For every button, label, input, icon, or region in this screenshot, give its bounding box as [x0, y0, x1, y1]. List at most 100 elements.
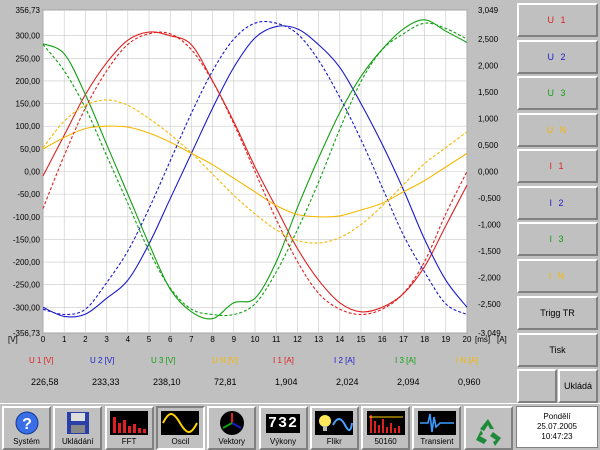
y-left-tick-label: -300,00 — [13, 303, 41, 312]
channel-toggle-i2[interactable]: I 2 — [517, 185, 598, 220]
y-right-tick-label: 1,500 — [478, 88, 499, 97]
channel-toggle-in[interactable]: I N — [517, 258, 598, 293]
x-tick-label: 5 — [147, 335, 152, 344]
clock: Pondělí 25.07.2005 10:47:23 — [516, 406, 598, 448]
x-tick-label: 18 — [420, 335, 429, 344]
taskbar-button-50160[interactable]: 50160 — [361, 406, 411, 450]
y-left-tick-label: 50,00 — [20, 145, 41, 154]
x-tick-label: 10 — [251, 335, 260, 344]
x-tick-label: 4 — [126, 335, 131, 344]
y-right-tick-label: 2,000 — [478, 62, 499, 71]
taskbar-button-recycle[interactable] — [463, 406, 513, 450]
clock-date: 25.07.2005 — [536, 422, 578, 431]
y-right-tick-label: 1,000 — [478, 115, 499, 124]
readout-label-in: I N [A] — [456, 356, 479, 365]
readout-value-u1: 226,58 — [31, 377, 59, 387]
x-tick-label: 1 — [62, 335, 67, 344]
blank-button[interactable] — [517, 369, 557, 403]
clock-time: 10:47:23 — [541, 432, 573, 441]
taskbar-button-fft[interactable]: FFT — [104, 406, 154, 450]
clock-day: Pondělí — [543, 412, 571, 421]
taskbar-button-ukládání[interactable]: Ukládání — [53, 406, 103, 450]
trigger-button[interactable]: Trigg TR — [517, 296, 598, 330]
x-tick-label: 14 — [335, 335, 344, 344]
y-left-tick-label: -250,00 — [13, 281, 41, 290]
x-tick-label: 2 — [83, 335, 88, 344]
taskbar-button-vektory[interactable]: Vektory — [207, 406, 257, 450]
y-right-tick-label: 0,500 — [478, 141, 499, 150]
y-right-tick-label: 0,000 — [478, 168, 499, 177]
taskbar-button-label: Flikr — [326, 437, 342, 446]
digits-readout: 732 — [265, 413, 300, 433]
phasor-icon — [213, 411, 251, 435]
fft-bars-icon — [110, 411, 149, 435]
x-tick-label: 11 — [272, 335, 281, 344]
digits-icon: 732 — [264, 411, 302, 435]
taskbar-button-label: 50160 — [374, 437, 397, 446]
taskbar-button-transient[interactable]: Transient — [412, 406, 462, 450]
channel-toggle-u3[interactable]: U 3 — [517, 76, 598, 110]
readout-value-i1: 1,904 — [275, 377, 298, 387]
transient-icon — [417, 411, 456, 435]
sine-wave-icon — [161, 411, 200, 435]
oscilloscope-plot: 0 1 2 3 4 5 6 7 8 9 10 11 12 13 14 15 16 17 18 19 20 356,73 30… — [0, 0, 515, 352]
x-tick-label: 7 — [189, 335, 194, 344]
x-tick-label: 3 — [104, 335, 109, 344]
readout-label-u3: U 3 [V] — [151, 356, 176, 365]
y-left-unit-label: [V] — [8, 335, 18, 344]
save-button[interactable]: Ukládá — [558, 369, 598, 403]
taskbar-button-systém[interactable]: ? Systém — [2, 406, 51, 450]
print-button[interactable]: Tisk — [517, 333, 598, 367]
y-right-tick-label: -2,500 — [478, 300, 501, 309]
y-left-tick-label: 0,00 — [24, 168, 40, 177]
x-tick-label: 17 — [399, 335, 408, 344]
taskbar-button-oscil[interactable]: Oscil — [155, 406, 205, 450]
readout-value-un: 72,81 — [214, 377, 237, 387]
y-left-tick-label: -200,00 — [13, 258, 41, 267]
y-left-tick-label: 356,73 — [16, 6, 41, 15]
flicker-bulb-icon — [315, 411, 354, 435]
y-left-tick-label: -100,00 — [13, 213, 41, 222]
x-tick-label: 0 — [41, 335, 46, 344]
taskbar: Pondělí 25.07.2005 10:47:23 ? Systém Uklád… — [0, 403, 600, 450]
readout-label-un: U N [V] — [212, 356, 238, 365]
y-right-tick-label: 2,500 — [478, 35, 499, 44]
x-tick-label: 8 — [210, 335, 215, 344]
channel-toggle-i3[interactable]: I 3 — [517, 222, 598, 256]
readout-value-i3: 2,094 — [397, 377, 420, 387]
channel-toggle-u2[interactable]: U 2 — [517, 39, 598, 74]
x-tick-label: 12 — [293, 335, 302, 344]
y-left-tick-label: -50,00 — [17, 190, 40, 199]
taskbar-button-label: Vektory — [218, 437, 246, 446]
x-tick-label: 6 — [168, 335, 173, 344]
waveform-chart: 0 1 2 3 4 5 6 7 8 9 10 11 12 13 14 15 16 17 18 19 20356,7330… — [8, 6, 507, 344]
channel-toggle-i1[interactable]: I 1 — [517, 149, 598, 183]
x-tick-label: 9 — [232, 335, 237, 344]
taskbar-button-výkony[interactable]: 732 Výkony — [258, 406, 308, 450]
x-tick-label: 16 — [378, 335, 387, 344]
readout-value-u3: 238,10 — [153, 377, 181, 387]
floppy-disk-icon — [59, 411, 97, 435]
y-left-tick-label: 200,00 — [16, 77, 41, 86]
y-right-tick-label: -0,500 — [478, 194, 501, 203]
taskbar-button-label: Výkony — [269, 437, 297, 446]
y-left-tick-label: 150,00 — [16, 100, 41, 109]
taskbar-button-label: FFT — [121, 437, 137, 446]
channel-side-panel: U 1U 2U 3U NI 1I 2I 3I N Trigg TR Tisk Uklá… — [515, 0, 600, 403]
x-unit-label: [ms] — [475, 335, 490, 344]
taskbar-button-label: Systém — [13, 437, 40, 446]
readout-label-i3: I 3 [A] — [395, 356, 416, 365]
x-tick-label: 20 — [463, 335, 472, 344]
channel-toggle-u1[interactable]: U 1 — [517, 3, 598, 37]
y-right-tick-label: 3,049 — [478, 6, 499, 15]
harmonics-icon — [366, 411, 405, 435]
channel-toggle-un[interactable]: U N — [517, 112, 598, 147]
x-tick-label: 15 — [357, 335, 366, 344]
x-tick-label: 19 — [441, 335, 450, 344]
taskbar-button-flikr[interactable]: Flikr — [309, 406, 359, 450]
taskbar-button-label: Transient — [420, 437, 454, 446]
y-right-tick-label: -1,000 — [478, 220, 501, 229]
y-right-tick-label: -1,500 — [478, 247, 501, 256]
readout-label-i1: I 1 [A] — [273, 356, 294, 365]
y-left-tick-label: 100,00 — [16, 122, 41, 131]
